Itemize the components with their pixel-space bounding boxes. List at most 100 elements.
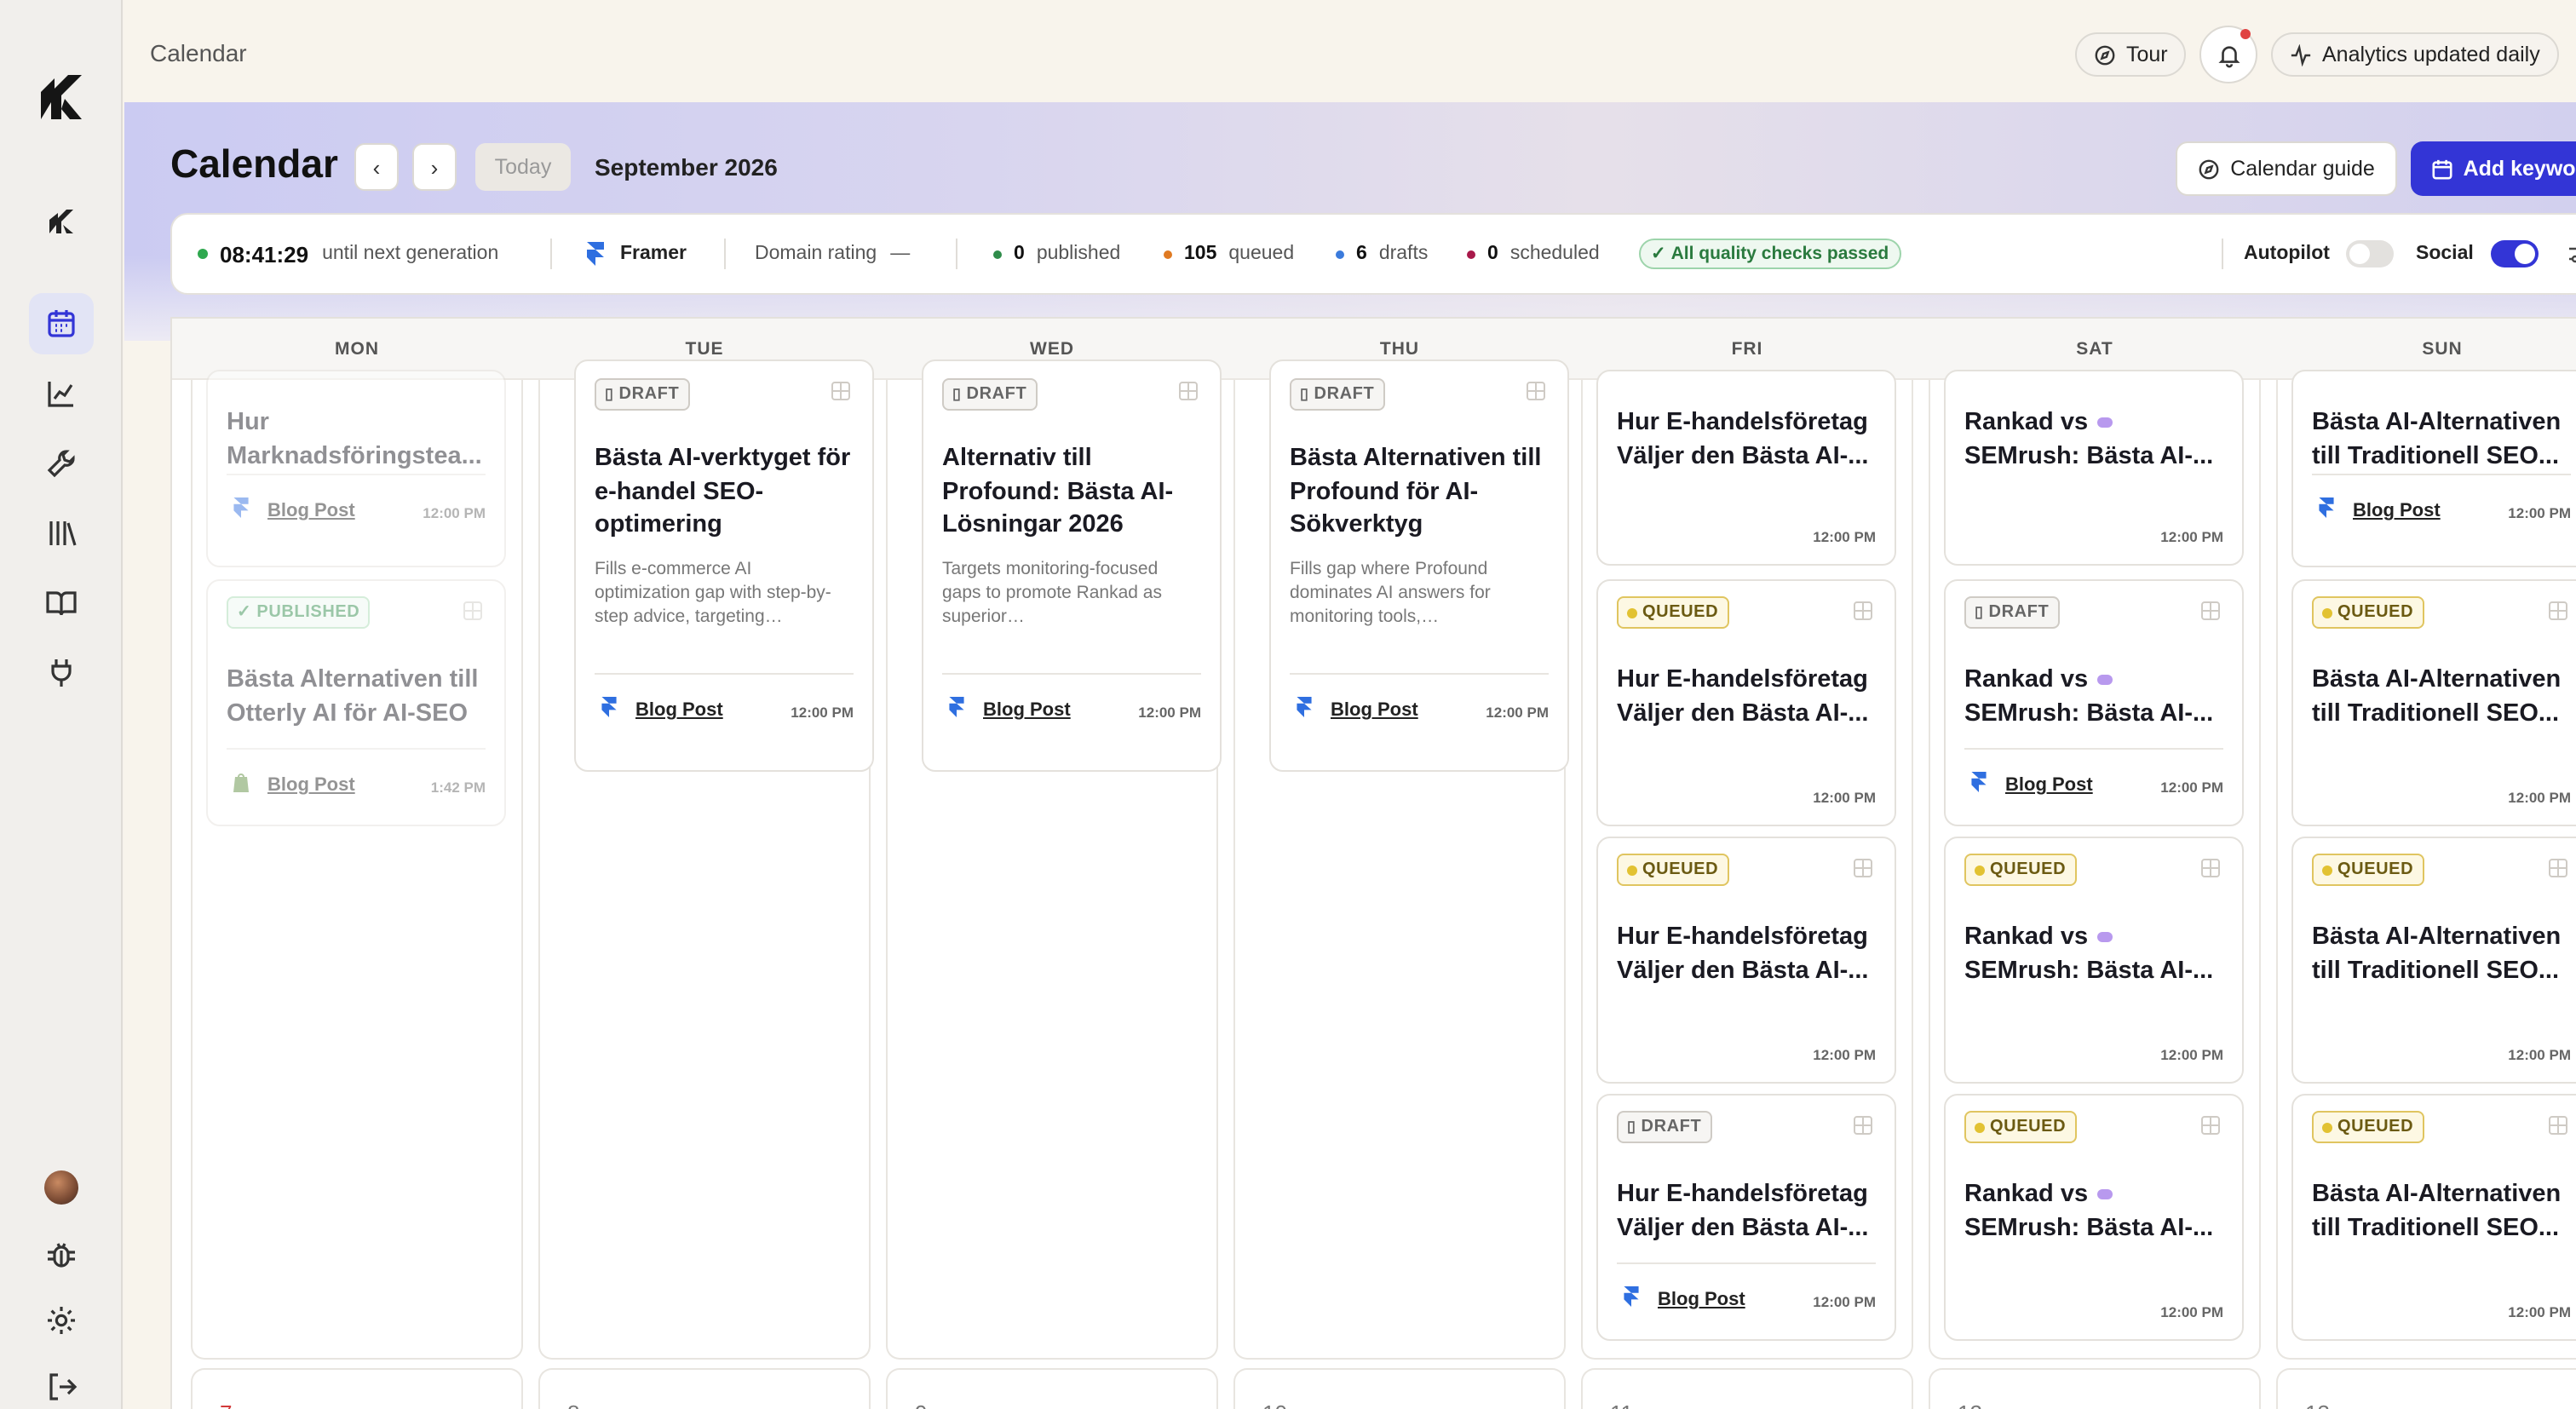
framer-icon [227, 494, 254, 521]
day-cell-next-wed[interactable]: 9 [886, 1368, 1218, 1409]
grid-icon[interactable] [1854, 859, 1872, 877]
add-keywords-label: Add keywords [2463, 157, 2576, 181]
day-cell-next-mon[interactable]: 7 [191, 1368, 523, 1409]
badge-label: QUEUED [1642, 860, 1719, 879]
content-card[interactable]: QUEUED Bästa AI-Alternativen till Tradit… [2291, 579, 2576, 826]
grid-icon[interactable] [2549, 601, 2567, 620]
sidebar-analytics-icon[interactable] [29, 363, 94, 424]
grid-icon[interactable] [2201, 1116, 2220, 1135]
autopilot-control: Autopilot [2244, 215, 2395, 293]
content-card[interactable]: QUEUED Hur E-handelsföretag Väljer den B… [1596, 837, 1896, 1084]
content-card[interactable]: QUEUED Bästa AI-Alternativen till Tradit… [2291, 1094, 2576, 1341]
post-type-link[interactable]: Blog Post [635, 700, 723, 721]
grid-icon[interactable] [831, 382, 850, 400]
sidebar-calendar-icon[interactable] [29, 293, 94, 354]
compass-icon [2199, 158, 2219, 179]
document-icon: ▯ [1627, 1118, 1636, 1135]
today-button[interactable]: Today [475, 143, 571, 191]
sidebar-bug-icon[interactable] [29, 1223, 94, 1285]
published-stat: 0 published [993, 215, 1120, 293]
content-card[interactable]: ▯ DRAFT Alternativ till Profound: Bästa A… [922, 359, 1222, 772]
analytics-status-button[interactable]: Analytics updated daily [2271, 32, 2559, 77]
post-type-link[interactable]: Blog Post [267, 501, 355, 521]
chevron-left-icon: ‹ [372, 154, 381, 180]
countdown-dot [198, 249, 208, 259]
day-cell-next-fri[interactable]: 11 [1581, 1368, 1913, 1409]
post-type-link[interactable]: Blog Post [267, 775, 355, 796]
grid-icon[interactable] [2549, 859, 2567, 877]
app-logo[interactable] [37, 68, 85, 123]
content-card[interactable]: QUEUED Bästa AI-Alternativen till Tradit… [2291, 837, 2576, 1084]
card-time: 12:00 PM [2160, 1046, 2223, 1063]
grid-icon[interactable] [1179, 382, 1198, 400]
sidebar-library-icon[interactable] [29, 503, 94, 564]
content-card[interactable]: ▯ DRAFT Rankad vs SEMrush: Bästa AI-... Bl… [1944, 579, 2244, 826]
content-card[interactable]: Rankad vs SEMrush: Bästa AI-... 12:00 PM [1944, 370, 2244, 566]
content-card[interactable]: Bästa AI-Alternativen till Traditionell … [2291, 370, 2576, 567]
next-month-button[interactable]: › [412, 143, 457, 191]
status-badge: ▯ DRAFT [595, 378, 690, 411]
content-card[interactable]: QUEUED Rankad vs SEMrush: Bästa AI-... 12… [1944, 1094, 2244, 1341]
content-card[interactable]: QUEUED Hur E-handelsföretag Väljer den B… [1596, 579, 1896, 826]
grid-icon[interactable] [1527, 382, 1545, 400]
document-icon: ▯ [952, 385, 962, 402]
sidebar-plug-icon[interactable] [29, 642, 94, 704]
card-footer: Blog Post 12:00 PM [1617, 1262, 1876, 1310]
social-toggle[interactable] [2490, 240, 2539, 267]
card-title-part-a: Rankad vs [1964, 1181, 2089, 1208]
status-badge: ▯ DRAFT [1964, 596, 2060, 629]
content-card[interactable]: QUEUED Rankad vs SEMrush: Bästa AI-... 12… [1944, 837, 2244, 1084]
competitor-logo-icon [2096, 675, 2113, 686]
grid-icon[interactable] [2549, 1116, 2567, 1135]
post-type-link[interactable]: Blog Post [983, 700, 1071, 721]
card-time: 12:00 PM [1813, 1046, 1876, 1063]
content-card[interactable]: ▯ DRAFT Bästa Alternativen till Profound … [1269, 359, 1569, 772]
post-type-link[interactable]: Blog Post [1331, 700, 1418, 721]
notifications-button[interactable] [2199, 26, 2257, 83]
sidebar-logo-mark-icon[interactable] [29, 191, 94, 252]
post-type-link[interactable]: Blog Post [1658, 1290, 1745, 1310]
grid-icon[interactable] [1854, 601, 1872, 620]
prev-month-button[interactable]: ‹ [354, 143, 399, 191]
content-card[interactable]: ▯ DRAFT Bästa AI-verktyget för e-handel S… [574, 359, 874, 772]
grid-icon[interactable] [2201, 859, 2220, 877]
sidebar-logout-icon[interactable] [29, 1356, 94, 1409]
day-cell-next-thu[interactable]: 10 [1233, 1368, 1566, 1409]
filter-settings-button[interactable] [2567, 215, 2576, 293]
content-card[interactable]: ▯ DRAFT Hur E-handelsföretag Väljer den B… [1596, 1094, 1896, 1341]
sidebar-book-icon[interactable] [29, 572, 94, 634]
day-cell-next-sun[interactable]: 13 [2276, 1368, 2576, 1409]
add-keywords-button[interactable]: Add keywords [2411, 141, 2576, 196]
autopilot-toggle[interactable] [2346, 240, 2395, 267]
content-card[interactable]: Hur E-handelsföretag Väljer den Bästa AI… [1596, 370, 1896, 566]
card-time: 12:00 PM [2160, 1303, 2223, 1320]
grid-icon[interactable] [1854, 1116, 1872, 1135]
post-type-link[interactable]: Blog Post [2353, 501, 2441, 521]
check-icon: ✓ [1651, 244, 1666, 264]
badge-label: QUEUED [2337, 860, 2414, 879]
card-title: Bästa AI-Alternativen till Traditionell … [2312, 1181, 2562, 1241]
compass-icon [2095, 44, 2115, 65]
tour-button[interactable]: Tour [2075, 32, 2187, 77]
user-avatar[interactable] [29, 1157, 94, 1218]
framer-icon [1617, 1283, 1644, 1310]
platform-indicator: Framer [586, 215, 687, 293]
framer-icon [1964, 768, 1992, 796]
calendar-guide-button[interactable]: Calendar guide [2176, 141, 2397, 196]
card-time: 12:00 PM [1486, 704, 1549, 721]
content-card[interactable]: Hur Marknadsföringstea... Blog Post 12:00… [206, 370, 506, 567]
card-time: 12:00 PM [1813, 528, 1876, 545]
grid-icon[interactable] [2201, 601, 2220, 620]
day-cell-next-sat[interactable]: 12 [1929, 1368, 2261, 1409]
queued-dot [1627, 607, 1637, 618]
card-time: 12:00 PM [1138, 704, 1201, 721]
card-title-part-b: SEMrush: Bästa AI-... [1964, 699, 2214, 727]
grid-icon[interactable] [463, 601, 482, 620]
card-title-part-b: SEMrush: Bästa AI-... [1964, 957, 2214, 984]
domain-rating-value: — [890, 244, 911, 264]
content-card[interactable]: ✓ PUBLISHED Bästa Alternativen till Otter… [206, 579, 506, 826]
sidebar-settings-icon[interactable] [29, 1290, 94, 1351]
day-cell-next-tue[interactable]: 8 [538, 1368, 871, 1409]
post-type-link[interactable]: Blog Post [2005, 775, 2093, 796]
sidebar-tools-icon[interactable] [29, 433, 94, 494]
